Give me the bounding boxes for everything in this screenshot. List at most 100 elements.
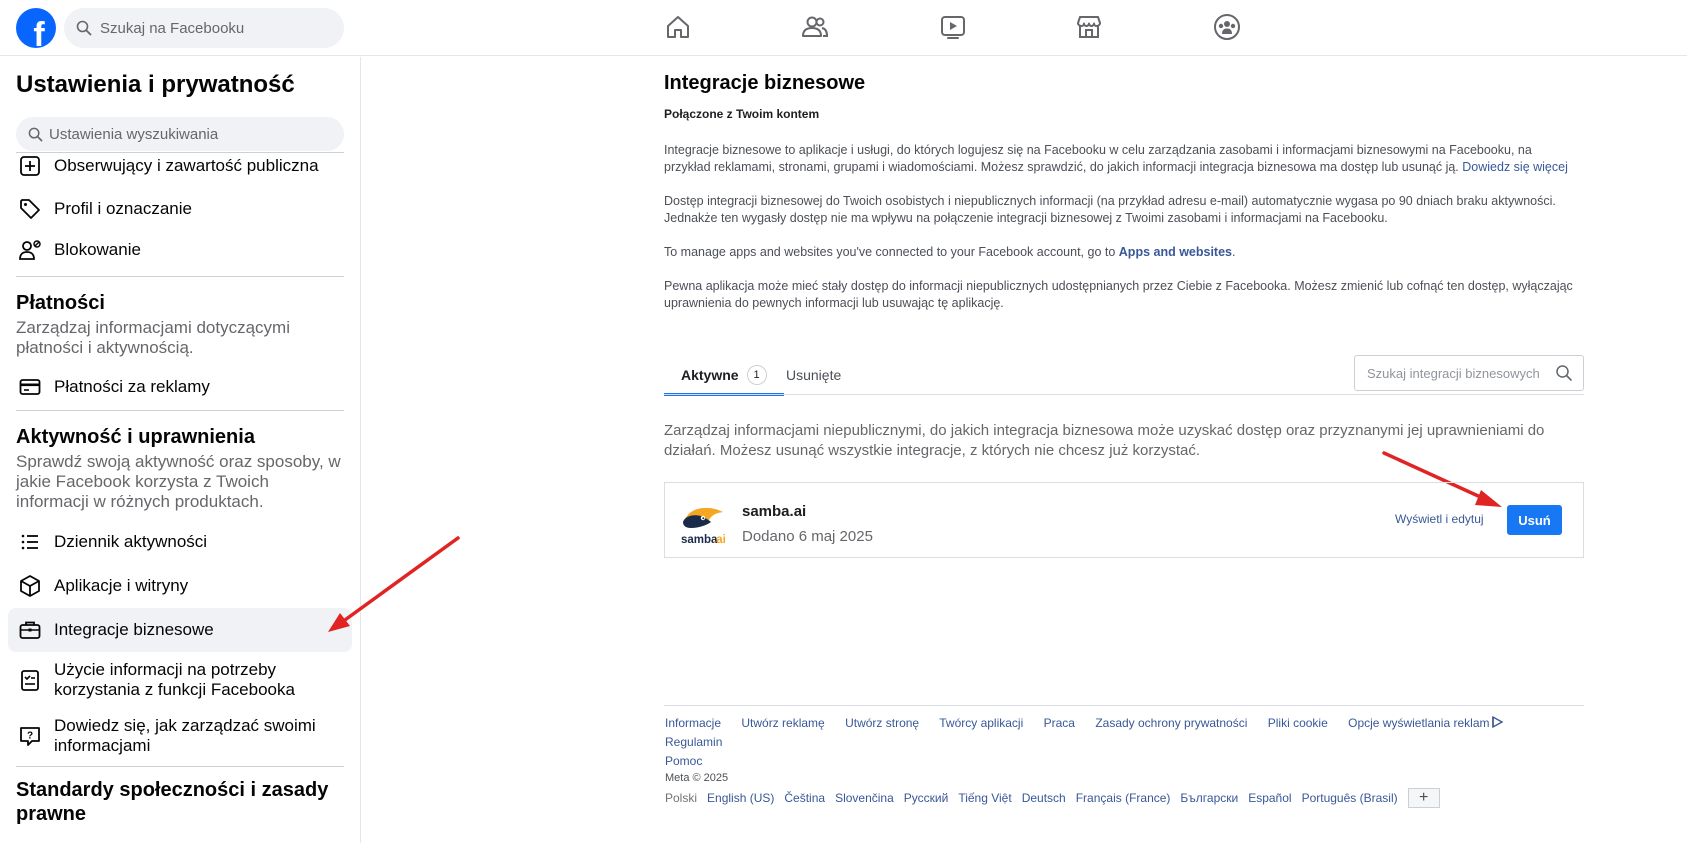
user-block-icon [16, 236, 44, 264]
language-link[interactable]: Español [1248, 791, 1291, 805]
payments-section-description: Zarządzaj informacjami dotyczącymi płatn… [16, 318, 290, 357]
sidebar-item-learn-manage-info[interactable]: ? Dowiedz się, jak zarządzać swoimi info… [8, 712, 352, 760]
settings-sidebar: Ustawienia i prywatność Ustawienia wyszu… [0, 57, 361, 843]
intro-paragraph: Integracje biznesowe to aplikacje i usłu… [664, 142, 1574, 176]
marketplace-icon[interactable] [1075, 13, 1105, 43]
sidebar-item-label: Dziennik aktywności [54, 532, 208, 551]
activity-section-description: Sprawdź swoją aktywność oraz sposoby, w … [16, 452, 341, 511]
sidebar-item-info-usage[interactable]: Użycie informacji na potrzeby korzystani… [8, 656, 352, 704]
sidebar-item-blocking[interactable]: Blokowanie [8, 229, 352, 271]
footer-link: Opcje wyświetlania reklam [1348, 716, 1490, 730]
list-icon [16, 528, 44, 556]
apps-websites-link[interactable]: Apps and websites [1119, 245, 1232, 259]
view-edit-link[interactable]: Wyświetl i edytuj [1395, 512, 1484, 526]
section-divider [16, 276, 344, 277]
sidebar-item-profile-tagging[interactable]: Profil i oznaczanie [8, 188, 352, 230]
search-icon [76, 20, 92, 36]
language-selector: Polski English (US) Čeština Slovenčina Р… [665, 788, 1440, 808]
sidebar-item-label: Dowiedz się, jak zarządzać swoimi inform… [54, 716, 316, 755]
credit-card-icon [16, 373, 44, 401]
sidebar-item-label: Profil i oznaczanie [54, 199, 192, 218]
active-count-badge: 1 [746, 364, 767, 385]
footer-link[interactable]: Regulamin [665, 735, 722, 749]
footer-links: Informacje Utwórz reklamę Utwórz stronę … [665, 714, 1585, 771]
footer-link[interactable]: Informacje [665, 716, 721, 730]
sidebar-item-apps-websites[interactable]: Aplikacje i witryny [8, 565, 352, 607]
top-navigation-bar: f Szukaj na Facebooku [0, 0, 1687, 56]
access-paragraph: Dostęp integracji biznesowej do Twoich o… [664, 194, 1556, 225]
current-language: Polski [665, 791, 698, 805]
logo-wordmark-suffix: .ai [713, 534, 726, 546]
search-placeholder: Szukaj na Facebooku [100, 19, 245, 37]
home-icon[interactable] [664, 13, 694, 43]
intro-text: Integracje biznesowe to aplikacje i usłu… [664, 143, 1532, 174]
tabs-divider [664, 394, 1584, 395]
question-bubble-icon: ? [16, 722, 44, 750]
plus-box-icon [16, 152, 44, 180]
standards-section-title: Standardy społeczności i zasady prawne [16, 779, 329, 825]
tab-label: Usunięte [786, 367, 842, 383]
video-icon[interactable] [939, 13, 969, 43]
integration-name: samba.ai [742, 503, 807, 520]
section-divider [16, 410, 344, 411]
section-divider [16, 766, 344, 767]
tab-active[interactable]: Aktywne 1 [664, 356, 784, 396]
footer-link[interactable]: Zasady ochrony prywatności [1095, 716, 1247, 730]
language-link[interactable]: Български [1180, 791, 1238, 805]
footer-link[interactable]: Praca [1044, 716, 1075, 730]
checklist-icon [16, 666, 44, 694]
footer-link[interactable]: Utwórz stronę [845, 716, 919, 730]
tag-icon [16, 195, 44, 223]
language-link[interactable]: Slovenčina [835, 791, 894, 805]
scroll-mask [0, 153, 360, 154]
tab-label: Aktywne [681, 366, 739, 383]
language-link[interactable]: Deutsch [1022, 791, 1066, 805]
facebook-logo[interactable]: f [16, 8, 56, 48]
groups-icon[interactable] [1213, 13, 1243, 43]
language-link[interactable]: Português (Brasil) [1302, 791, 1398, 805]
language-link[interactable]: Русский [904, 791, 949, 805]
sidebar-item-activity-log[interactable]: Dziennik aktywności [8, 521, 352, 563]
annotation-arrow-sidebar [328, 536, 460, 632]
search-icon [28, 127, 43, 141]
language-link[interactable]: Tiếng Việt [958, 791, 1011, 805]
page-subtitle: Połączone z Twoim kontem [664, 107, 820, 121]
sidebar-item-label: Płatności za reklamy [54, 377, 210, 396]
friends-icon[interactable] [801, 13, 831, 43]
sidebar-item-label: Obserwujący i zawartość publiczna [54, 156, 319, 175]
main-content: Integracje biznesowe Połączone z Twoim k… [664, 72, 1584, 312]
manage-apps-paragraph: To manage apps and websites you've conne… [664, 244, 1574, 261]
integration-search-input[interactable]: Szukaj integracji biznesowych [1354, 355, 1584, 391]
sidebar-item-label: Blokowanie [54, 240, 141, 259]
learn-more-link[interactable]: Dowiedz się więcej [1462, 160, 1568, 174]
language-link[interactable]: English (US) [707, 791, 774, 805]
svg-text:?: ? [27, 731, 33, 742]
sidebar-item-ad-payments[interactable]: Płatności za reklamy [8, 366, 352, 408]
more-languages-button[interactable]: + [1407, 788, 1440, 808]
cube-icon [16, 572, 44, 600]
permanent-access-paragraph: Pewna aplikacja może mieć stały dostęp d… [664, 279, 1573, 310]
facebook-search-input[interactable]: Szukaj na Facebooku [64, 8, 344, 48]
integration-added-date: Dodano 6 maj 2025 [742, 528, 873, 545]
footer-link[interactable]: Utwórz reklamę [741, 716, 824, 730]
samba-logo: samba .ai [679, 498, 727, 546]
footer-link[interactable]: Pliki cookie [1268, 716, 1328, 730]
manage-apps-suffix: . [1232, 245, 1236, 259]
remove-button[interactable]: Usuń [1507, 505, 1562, 535]
sidebar-item-business-integrations[interactable]: Integracje biznesowe [8, 608, 352, 652]
settings-search-placeholder: Ustawienia wyszukiwania [49, 125, 219, 143]
language-link[interactable]: Čeština [784, 791, 825, 805]
footer-link[interactable]: Pomoc [665, 754, 702, 768]
sidebar-title: Ustawienia i prywatność [16, 71, 295, 98]
page-title: Integracje biznesowe [664, 72, 866, 94]
payments-section-title: Płatności [16, 292, 105, 314]
footer-divider [664, 705, 1584, 706]
copyright: Meta © 2025 [665, 772, 729, 784]
footer-link-ad-choices[interactable]: Opcje wyświetlania reklam [1348, 716, 1503, 730]
search-icon [1556, 365, 1572, 381]
integration-search-placeholder: Szukaj integracji biznesowych [1367, 365, 1540, 381]
tab-removed[interactable]: Usunięte [786, 356, 841, 394]
footer-link[interactable]: Twórcy aplikacji [939, 716, 1023, 730]
sidebar-item-label: Użycie informacji na potrzeby korzystani… [54, 660, 295, 699]
language-link[interactable]: Français (France) [1076, 791, 1171, 805]
